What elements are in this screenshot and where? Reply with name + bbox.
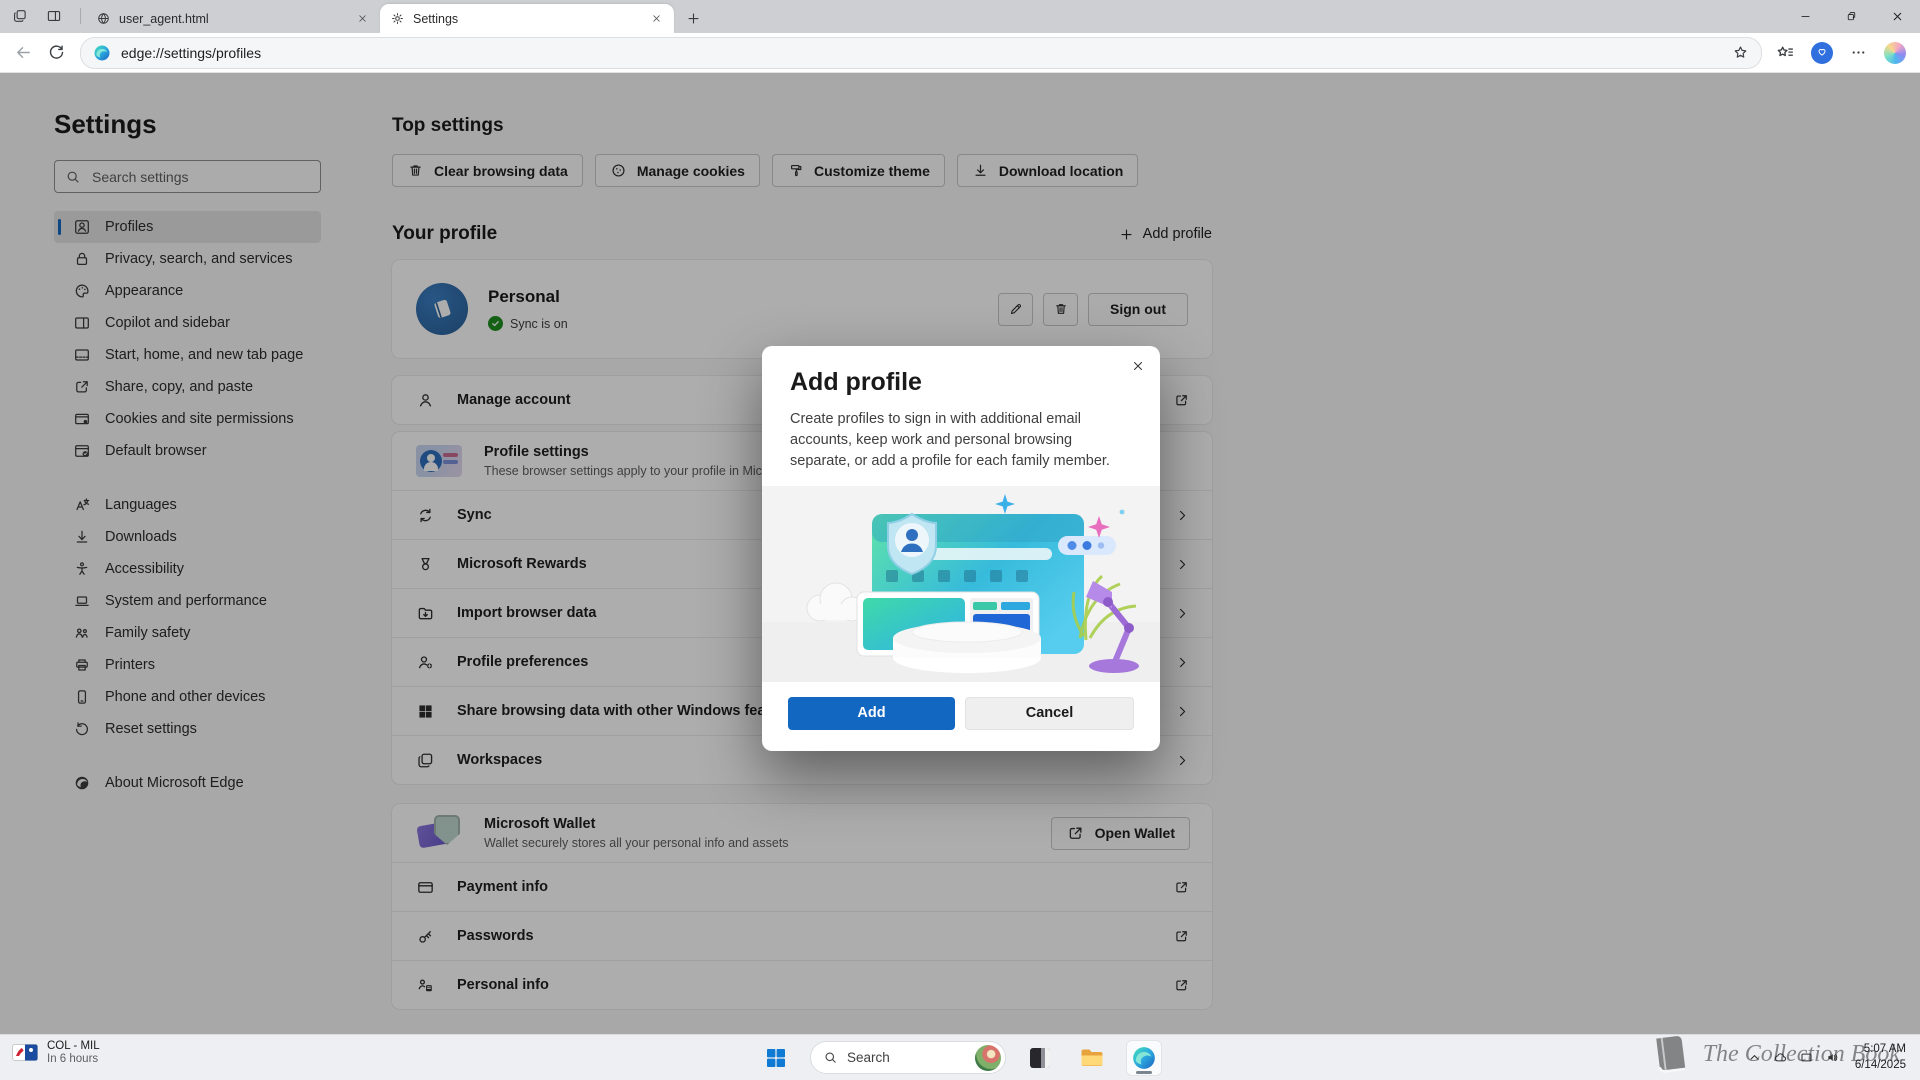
dialog-close-icon[interactable]: [1131, 359, 1145, 373]
taskbar-search-label: Search: [847, 1050, 890, 1065]
volume-icon[interactable]: [1825, 1050, 1840, 1065]
clock-time: 5:07 AM: [1864, 1043, 1906, 1055]
tab-title: user_agent.html: [119, 12, 346, 26]
tab-close-icon[interactable]: [648, 11, 664, 27]
dark-app-icon: [1028, 1046, 1052, 1070]
browser-essentials-icon[interactable]: [1811, 42, 1833, 64]
file-explorer-button[interactable]: [1074, 1040, 1110, 1076]
refresh-icon[interactable]: [47, 43, 66, 62]
restore-button[interactable]: [1828, 0, 1874, 33]
tab-settings[interactable]: Settings: [380, 4, 674, 33]
add-profile-illustration: [762, 486, 1160, 682]
folder-icon: [1079, 1045, 1105, 1071]
start-button[interactable]: [758, 1040, 794, 1076]
add-profile-dialog: Add profile Create profiles to sign in w…: [762, 346, 1160, 751]
taskbar-app-dark-tile[interactable]: [1022, 1040, 1058, 1076]
copilot-icon[interactable]: [1884, 42, 1906, 64]
hidden-icons-chevron[interactable]: [1747, 1050, 1762, 1065]
browser-chrome: user_agent.html Settings: [0, 0, 1920, 73]
tab-actions-icon[interactable]: [12, 8, 28, 24]
windows-taskbar: COL - MIL In 6 hours Search: [0, 1034, 1920, 1080]
windows-start-icon: [765, 1047, 787, 1069]
search-icon: [823, 1050, 838, 1065]
vertical-tabs-icon[interactable]: [46, 8, 62, 24]
gear-icon: [390, 11, 405, 26]
browser-toolbar: edge://settings/profiles: [0, 33, 1920, 73]
tab-close-icon[interactable]: [354, 11, 370, 27]
taskbar-search-box[interactable]: Search: [810, 1041, 1006, 1074]
tab-title: Settings: [413, 12, 640, 26]
favorites-bar-icon[interactable]: [1776, 43, 1795, 62]
back-icon[interactable]: [14, 43, 33, 62]
close-button[interactable]: [1874, 0, 1920, 33]
widget-matchup: COL - MIL: [47, 1040, 100, 1052]
settings-menu-icon[interactable]: [1849, 43, 1868, 62]
minimize-button[interactable]: [1782, 0, 1828, 33]
taskbar-clock[interactable]: 5:07 AM 6/14/2025: [1855, 1042, 1906, 1073]
new-tab-button[interactable]: [686, 11, 701, 26]
widget-time: In 6 hours: [47, 1053, 100, 1065]
dialog-add-button[interactable]: Add: [788, 697, 955, 730]
dialog-cancel-button[interactable]: Cancel: [965, 697, 1134, 730]
clock-date: 6/14/2025: [1855, 1059, 1906, 1071]
bing-daily-image-icon: [975, 1045, 1001, 1071]
globe-icon: [96, 11, 111, 26]
tab-user-agent[interactable]: user_agent.html: [86, 4, 380, 33]
edge-taskbar-button[interactable]: [1126, 1040, 1162, 1076]
favorite-star-icon[interactable]: [1732, 44, 1749, 61]
mlb-logo-icon: [12, 1044, 38, 1061]
edge-logo-icon: [93, 44, 111, 62]
sports-widget[interactable]: COL - MIL In 6 hours: [12, 1040, 100, 1065]
url-text: edge://settings/profiles: [121, 45, 261, 61]
system-tray: 5:07 AM 6/14/2025: [1747, 1035, 1906, 1080]
tab-separator: [80, 8, 81, 24]
dialog-title: Add profile: [762, 346, 1160, 397]
edge-browser-window: user_agent.html Settings: [0, 0, 1920, 1080]
device-icon[interactable]: [1799, 1050, 1814, 1065]
address-bar[interactable]: edge://settings/profiles: [80, 37, 1762, 69]
dialog-body-text: Create profiles to sign in with addition…: [762, 397, 1160, 472]
tab-strip: user_agent.html Settings: [0, 0, 1920, 33]
onedrive-cloud-icon[interactable]: [1773, 1050, 1788, 1065]
edge-logo-icon: [1131, 1045, 1157, 1071]
